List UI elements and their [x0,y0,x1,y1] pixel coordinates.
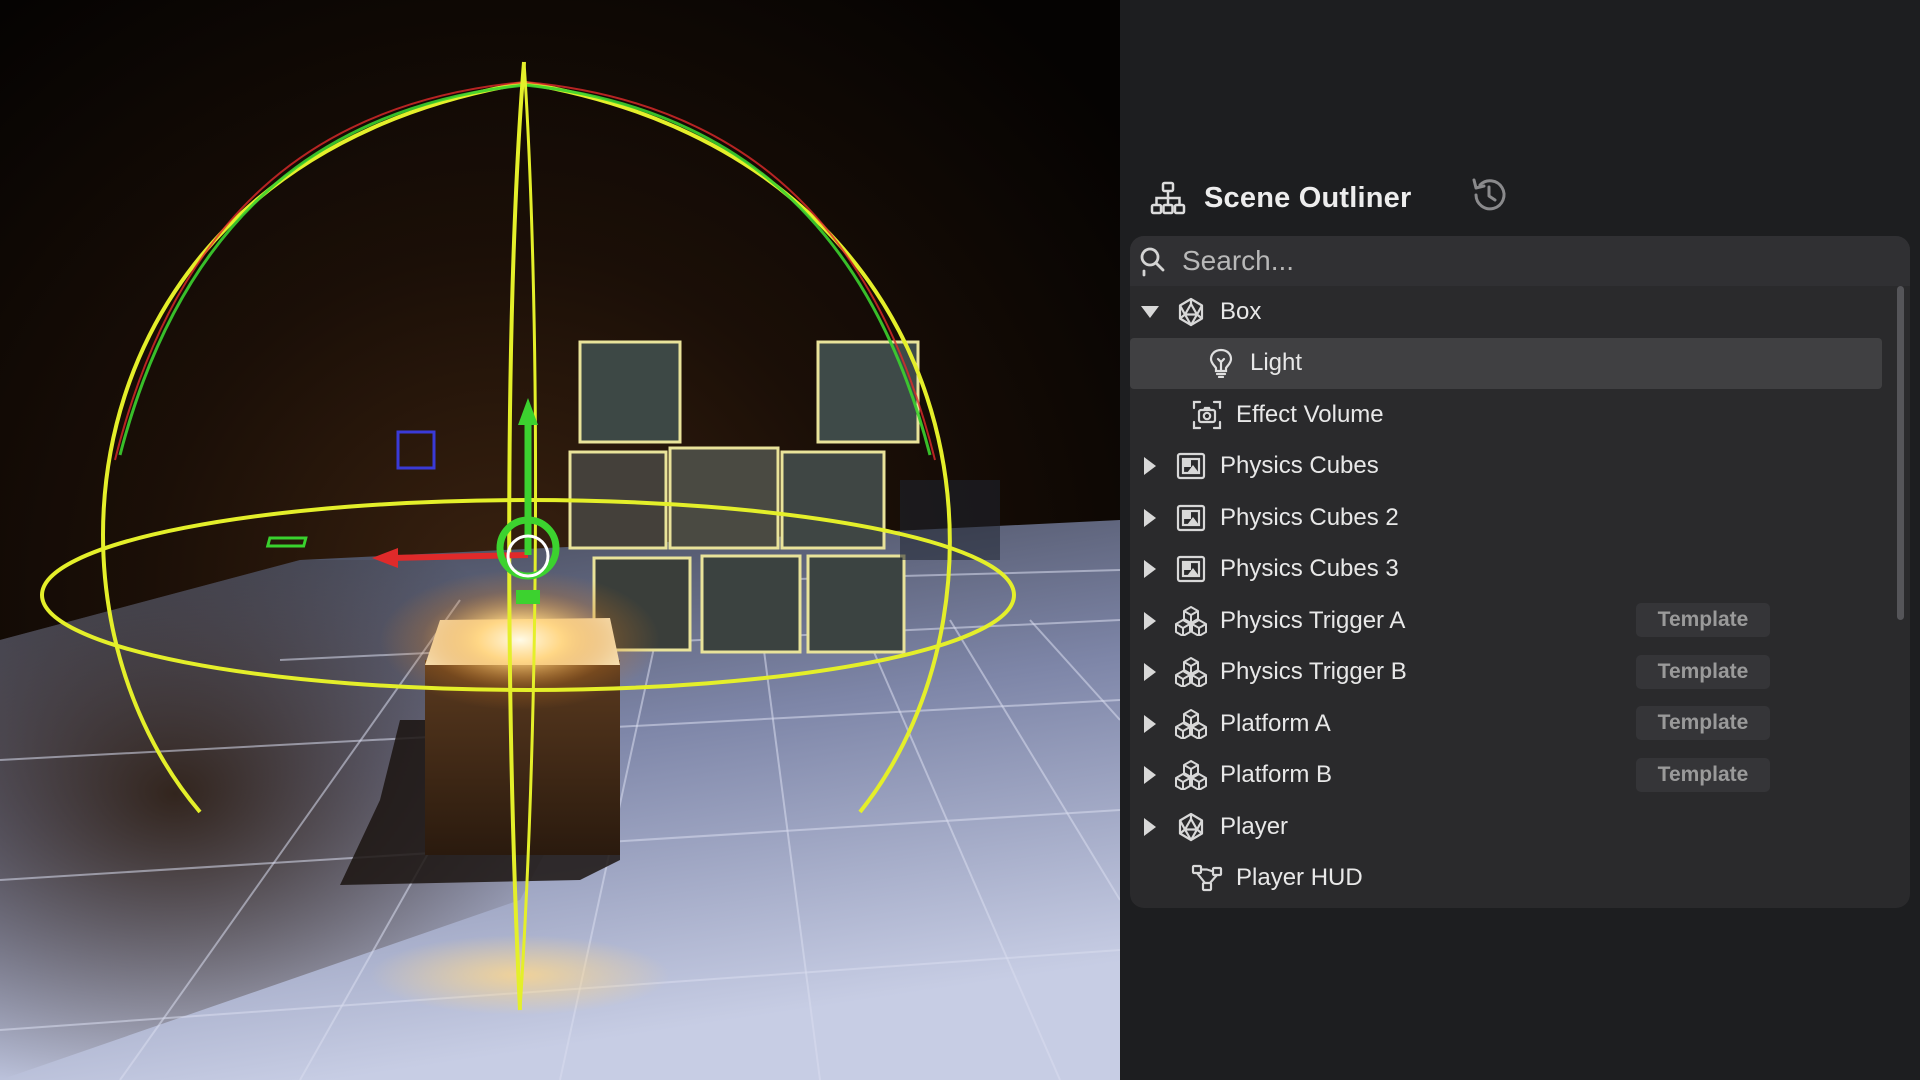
expand-caret[interactable] [1140,302,1160,322]
chevron-right-icon [1144,817,1156,836]
search-icon [1140,247,1165,277]
tree-item-platform-b[interactable]: Platform B Template [1130,750,1890,802]
cubes-icon [1174,655,1208,689]
tree-item-light[interactable]: Light [1130,337,1882,389]
camera-volume-icon [1190,398,1224,432]
tree-item-platform-a[interactable]: Platform A Template [1130,698,1890,750]
tree-item-label: Platform A [1220,709,1331,737]
outliner-list-panel: Box Light Effect Volume [1130,236,1910,908]
chevron-right-icon [1144,766,1156,785]
right-panel: Scene Outliner Search... Box Light Effec… [1120,0,1920,1080]
tree-item-label: Physics Trigger B [1220,658,1407,686]
chevron-right-icon [1144,457,1156,476]
viewport-render [0,0,1120,1080]
tree-item-label: Platform B [1220,761,1333,789]
expand-caret[interactable] [1140,714,1160,734]
mesh-icon [1174,295,1208,329]
tree-item-label: Player HUD [1236,864,1363,892]
tree-item-label: Box [1220,297,1262,325]
lightbulb-icon [1204,346,1238,380]
outliner-header: Scene Outliner [1150,170,1510,226]
history-icon[interactable] [1468,174,1510,216]
tree-item-label: Light [1250,349,1303,377]
tree-item-box[interactable]: Box [1130,286,1890,338]
tree-item-label: Physics Cubes 3 [1220,555,1399,583]
tree-item-player-hud[interactable]: Player HUD [1130,853,1890,905]
tree-item-player[interactable]: Player [1130,801,1890,853]
search-bar [1130,236,1910,286]
tree-item-label: Effect Volume [1236,400,1384,428]
template-badge: Template [1636,706,1770,740]
tree-item-physics-cubes-2[interactable]: Physics Cubes 2 [1130,492,1890,544]
chevron-right-icon [1144,611,1156,630]
template-badge: Template [1636,654,1770,689]
expand-caret[interactable] [1140,765,1160,785]
cubes-icon [1174,604,1208,638]
tree-item-physics-cubes-3[interactable]: Physics Cubes 3 [1130,544,1890,596]
outliner-tree: Box Light Effect Volume Physics Cubes Ph… [1130,286,1890,904]
tree-item-physics-trigger-b[interactable]: Physics Trigger B Template [1130,647,1890,699]
cubes-icon [1174,758,1208,792]
image-group-icon [1174,501,1208,535]
scene-viewport[interactable] [0,0,1120,1080]
tree-item-effect-volume[interactable]: Effect Volume [1130,389,1890,441]
search-input[interactable] [1182,241,1910,281]
chevron-right-icon [1144,663,1156,682]
hierarchy-icon [1150,181,1186,215]
image-group-icon [1174,552,1208,586]
mesh-icon [1174,810,1208,844]
chevron-down-icon [1141,305,1159,318]
expand-caret[interactable] [1140,559,1160,579]
expand-caret[interactable] [1140,662,1160,682]
node-graph-icon [1190,861,1224,895]
chevron-right-icon [1144,560,1156,579]
template-badge: Template [1636,757,1770,792]
tree-item-physics-cubes[interactable]: Physics Cubes [1130,441,1890,493]
expand-caret[interactable] [1140,817,1160,837]
tree-item-physics-trigger-a[interactable]: Physics Trigger A Template [1130,595,1890,647]
outliner-scrollbar[interactable] [1897,286,1904,620]
tree-item-label: Physics Cubes [1220,452,1379,480]
chevron-right-icon [1144,714,1156,733]
tree-item-label: Physics Cubes 2 [1220,503,1399,531]
expand-caret[interactable] [1140,611,1160,631]
cubes-icon [1174,707,1208,741]
outliner-title: Scene Outliner [1204,181,1412,214]
expand-caret[interactable] [1140,456,1160,476]
chevron-right-icon [1144,508,1156,527]
tree-item-label: Physics Trigger A [1220,606,1406,634]
template-badge: Template [1636,603,1770,637]
tree-item-label: Player [1220,812,1289,840]
image-group-icon [1174,449,1208,483]
expand-caret[interactable] [1140,508,1160,528]
